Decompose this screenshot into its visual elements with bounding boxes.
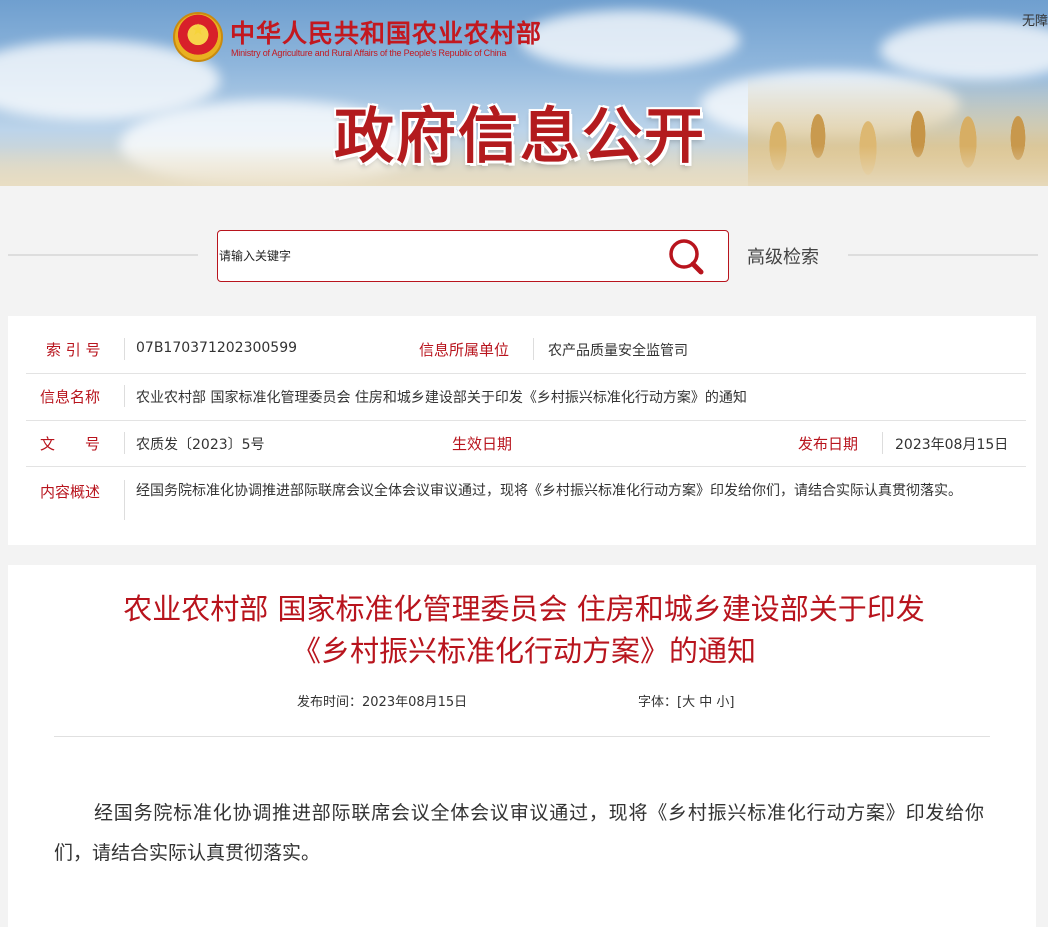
index-value: 07B170371202300599	[136, 340, 298, 356]
ministry-name-cn[interactable]: 中华人民共和国农业农村部	[230, 14, 542, 50]
font-large-button[interactable]: 大	[682, 695, 695, 710]
advanced-search-link[interactable]: 高级检索	[747, 243, 819, 269]
search-icon[interactable]	[667, 238, 707, 276]
article-body: 经国务院标准化协调推进部际联席会议全体会议审议通过，现将《乡村振兴标准化行动方案…	[54, 802, 984, 864]
effective-date-label: 生效日期	[452, 435, 513, 453]
font-size-selector: 字体：[大 中 小]	[638, 691, 734, 710]
info-row: 内容概述 经国务院标准化协调推进部际联席会议全体会议审议通过，现将《乡村振兴标准…	[26, 467, 1026, 533]
search-input[interactable]	[219, 243, 639, 269]
font-size-prefix: 字体：[	[638, 695, 683, 710]
name-label: 信息名称	[40, 388, 101, 406]
info-row: 索 引 号 07B170371202300599 信息所属单位 农产品质量安全监…	[26, 326, 1026, 374]
ministry-name-en: Ministry of Agriculture and Rural Affair…	[231, 48, 507, 58]
font-medium-button[interactable]: 中	[699, 695, 712, 710]
article-title-line: 《乡村振兴标准化行动方案》的通知	[291, 634, 756, 668]
info-row: 文 号 农质发〔2023〕5号 生效日期 发布日期 2023年08月15日	[26, 421, 1026, 467]
national-emblem-icon	[173, 12, 223, 62]
page-title: 政府信息公开	[334, 102, 706, 172]
divider	[54, 736, 990, 737]
unit-value: 农产品质量安全监管司	[548, 343, 688, 359]
name-value: 农业农村部 国家标准化管理委员会 住房和城乡建设部关于印发《乡村振兴标准化行动方…	[136, 390, 747, 406]
article-title: 农业农村部 国家标准化管理委员会 住房和城乡建设部关于印发 《乡村振兴标准化行动…	[0, 588, 1048, 672]
font-size-suffix: ]	[729, 695, 735, 710]
article-title-line: 农业农村部 国家标准化管理委员会 住房和城乡建设部关于印发	[123, 592, 925, 626]
info-row: 信息名称 农业农村部 国家标准化管理委员会 住房和城乡建设部关于印发《乡村振兴标…	[26, 374, 1026, 421]
info-table: 索 引 号 07B170371202300599 信息所属单位 农产品质量安全监…	[8, 316, 1036, 545]
summary-value: 经国务院标准化协调推进部际联席会议全体会议审议通过，现将《乡村振兴标准化行动方案…	[136, 483, 962, 499]
summary-label: 内容概述	[40, 483, 101, 501]
index-label: 索 引 号	[46, 341, 101, 359]
doc-number-label: 文 号	[40, 435, 101, 453]
publish-time: 发布时间：2023年08月15日	[297, 695, 468, 710]
unit-label: 信息所属单位	[419, 341, 510, 359]
divider	[848, 254, 1038, 256]
publish-date-label: 发布日期	[798, 435, 859, 453]
search-box	[217, 230, 729, 282]
accessibility-link[interactable]: 无障	[1022, 10, 1048, 29]
publish-date-value: 2023年08月15日	[895, 437, 1009, 453]
doc-number-value: 农质发〔2023〕5号	[136, 437, 265, 453]
font-small-button[interactable]: 小	[716, 695, 729, 710]
divider	[8, 254, 198, 256]
